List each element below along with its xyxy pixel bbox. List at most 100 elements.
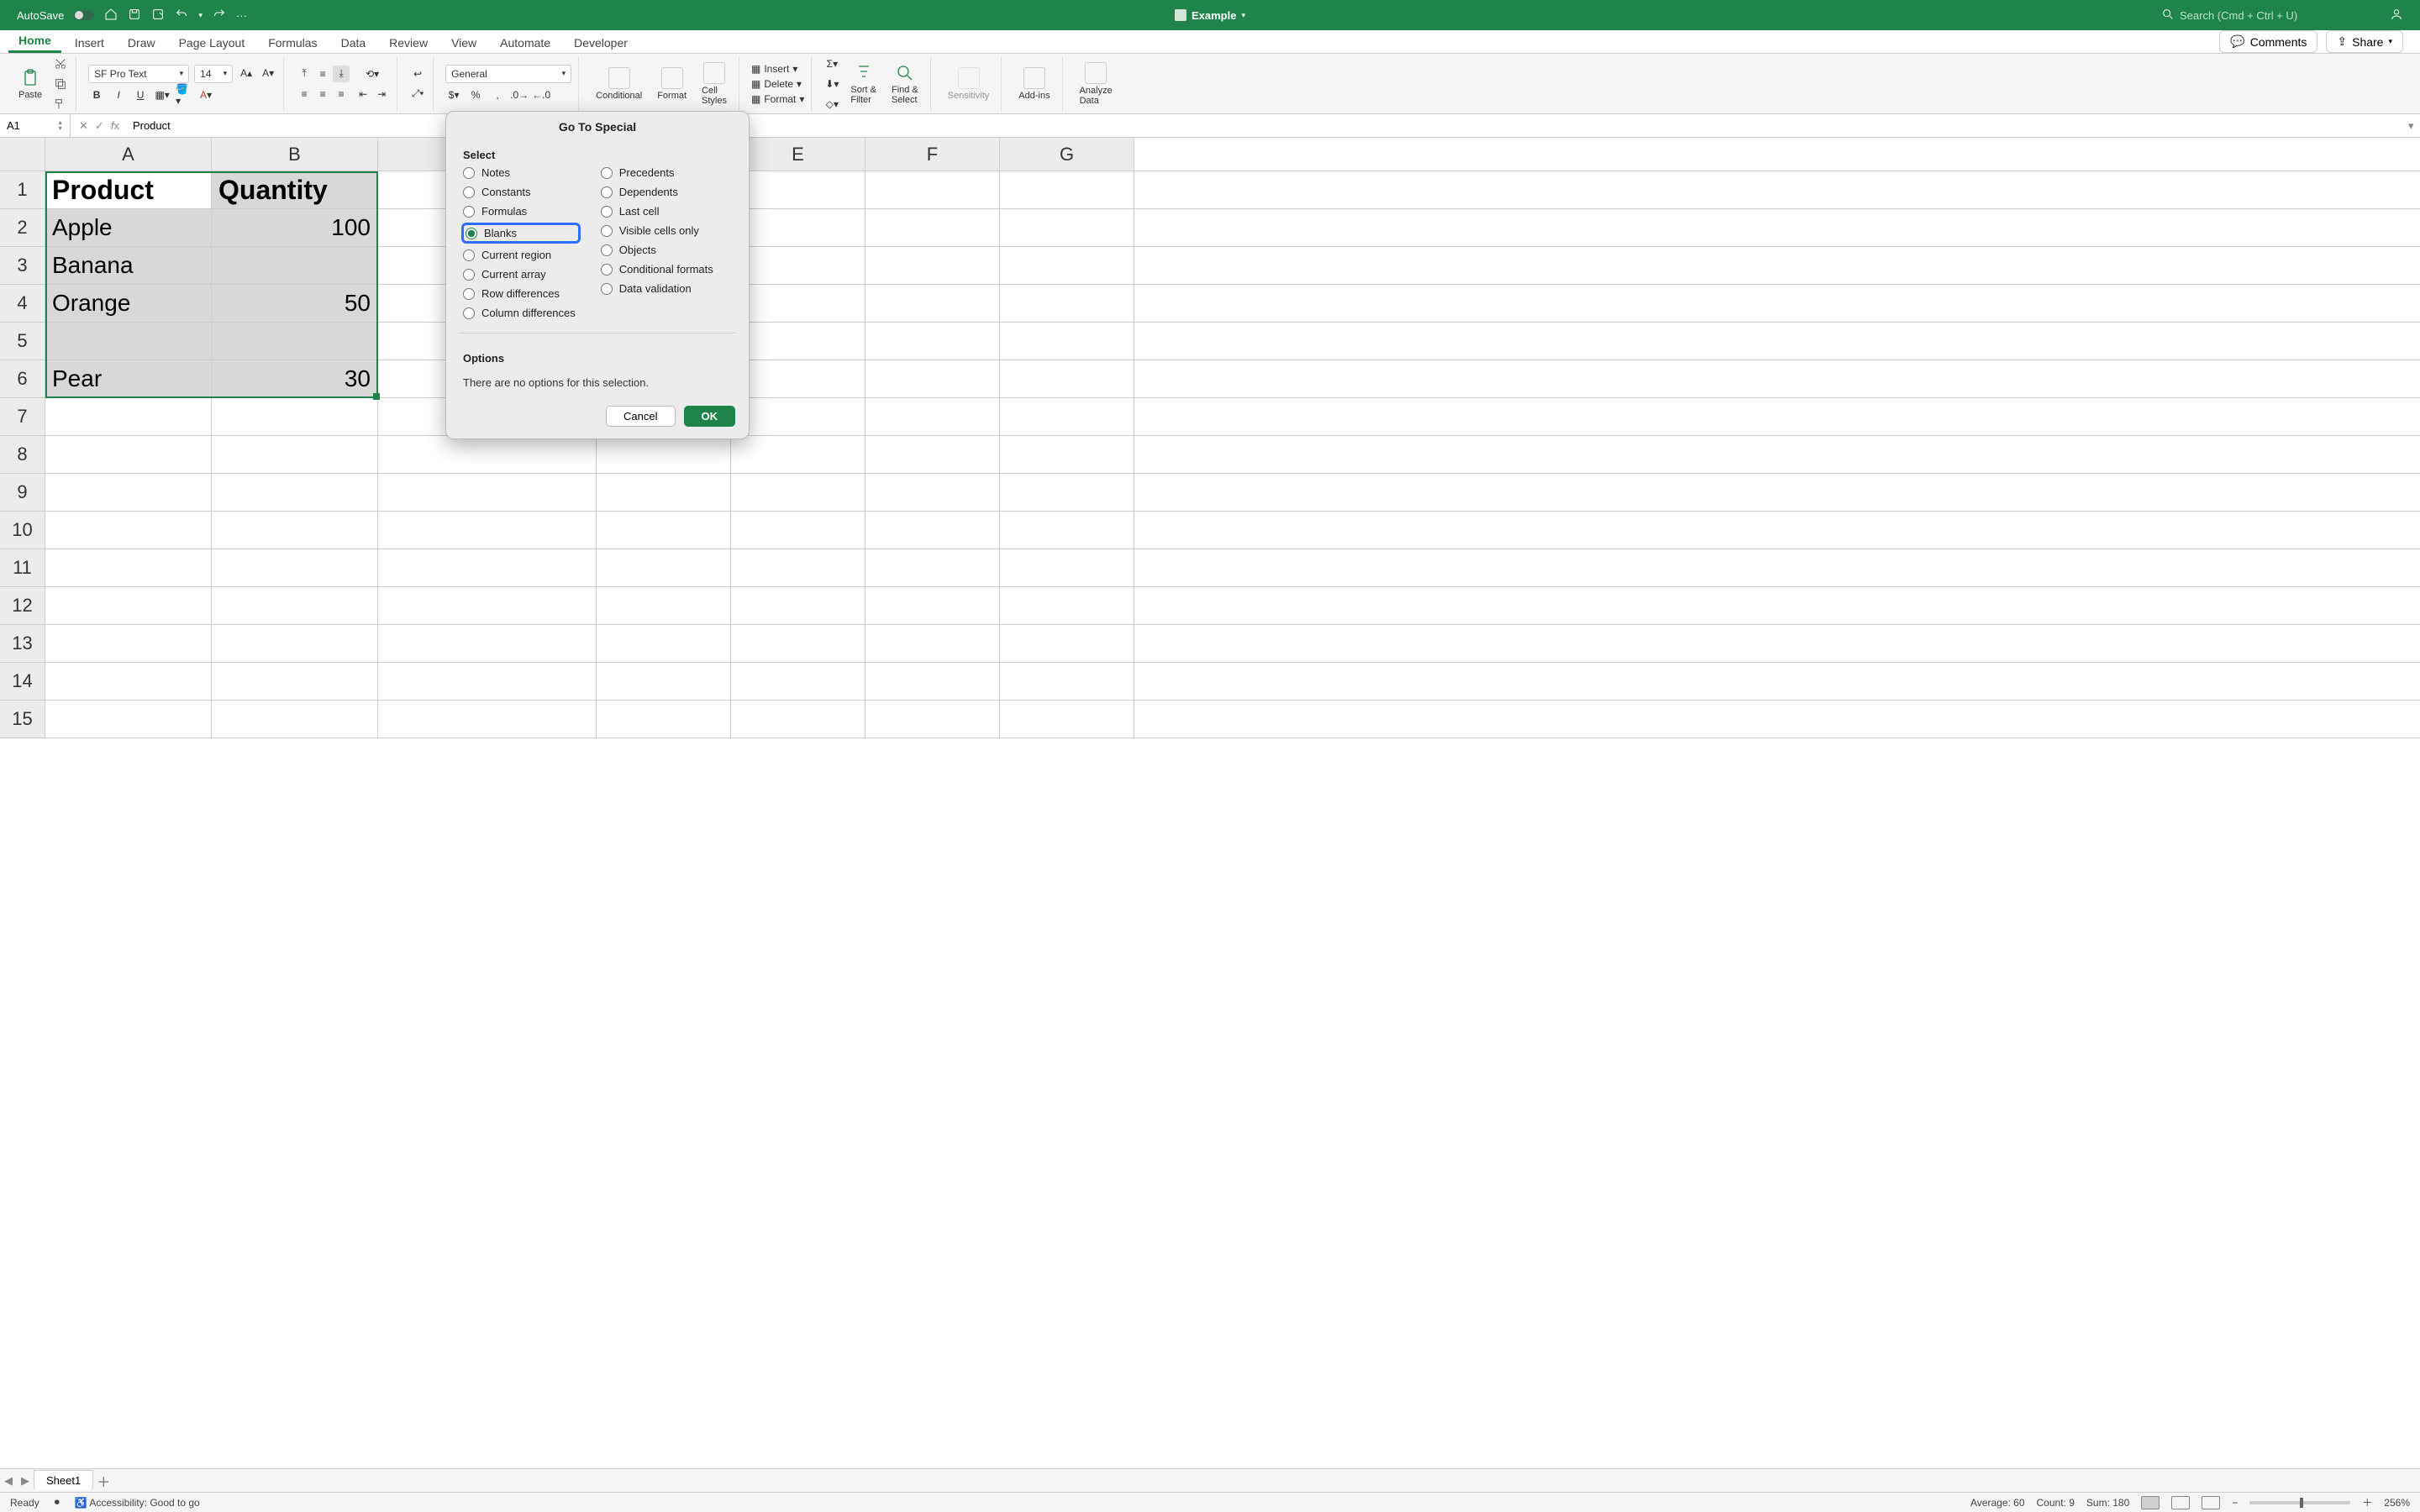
tab-developer[interactable]: Developer <box>564 33 638 53</box>
cell[interactable] <box>378 436 597 473</box>
cell[interactable] <box>865 171 1000 208</box>
orientation-icon[interactable]: ⟲▾ <box>364 66 381 82</box>
cell[interactable] <box>597 512 731 549</box>
radio-dependents[interactable]: Dependents <box>601 186 713 198</box>
cell[interactable] <box>378 474 597 511</box>
radio-constants[interactable]: Constants <box>463 186 576 198</box>
cell[interactable] <box>378 587 597 624</box>
cell[interactable] <box>731 323 865 360</box>
decrease-indent-icon[interactable]: ⇤ <box>355 86 371 102</box>
cell[interactable] <box>45 549 212 586</box>
row-header[interactable]: 7 <box>0 398 45 435</box>
sheet-tab-sheet1[interactable]: Sheet1 <box>34 1470 93 1490</box>
row-header[interactable]: 14 <box>0 663 45 700</box>
cell[interactable] <box>597 549 731 586</box>
cell[interactable]: Apple <box>45 209 212 246</box>
undo-dropdown-icon[interactable]: ▾ <box>198 11 203 20</box>
radio-last-cell[interactable]: Last cell <box>601 205 713 218</box>
search-box[interactable]: Search (Cmd + Ctrl + U) <box>2161 8 2380 24</box>
cell[interactable] <box>378 625 597 662</box>
cell[interactable] <box>45 701 212 738</box>
number-format-select[interactable]: General▾ <box>445 65 571 83</box>
row-header[interactable]: 11 <box>0 549 45 586</box>
cell[interactable] <box>865 209 1000 246</box>
cell[interactable] <box>212 549 378 586</box>
row-header[interactable]: 2 <box>0 209 45 246</box>
cell[interactable] <box>45 587 212 624</box>
cell[interactable]: 30 <box>212 360 378 397</box>
row-header[interactable]: 4 <box>0 285 45 322</box>
cell[interactable] <box>597 701 731 738</box>
tab-draw[interactable]: Draw <box>118 33 166 53</box>
fill-color-button[interactable]: 🪣▾ <box>176 87 192 103</box>
cell[interactable] <box>731 474 865 511</box>
cell[interactable] <box>1000 285 1134 322</box>
tab-automate[interactable]: Automate <box>490 33 560 53</box>
tab-review[interactable]: Review <box>379 33 438 53</box>
format-table-button[interactable]: Format <box>652 66 692 102</box>
cell[interactable] <box>212 625 378 662</box>
radio-data-validation[interactable]: Data validation <box>601 282 713 295</box>
cell[interactable] <box>212 247 378 284</box>
cell[interactable] <box>731 247 865 284</box>
cell[interactable] <box>378 549 597 586</box>
col-header-E[interactable]: E <box>731 138 865 171</box>
radio-precedents[interactable]: Precedents <box>601 166 713 179</box>
cell[interactable]: Product <box>45 171 212 208</box>
cell[interactable] <box>731 209 865 246</box>
font-size-select[interactable]: 14▾ <box>194 65 233 83</box>
cell-styles-button[interactable]: Cell Styles <box>697 60 732 108</box>
format-cells-button[interactable]: ▦ Format ▾ <box>751 93 804 105</box>
col-header-B[interactable]: B <box>212 138 378 171</box>
cell[interactable] <box>731 587 865 624</box>
row-header[interactable]: 12 <box>0 587 45 624</box>
expand-formula-bar-icon[interactable]: ▾ <box>2408 119 2420 133</box>
increase-decimal-icon[interactable]: .0→ <box>511 87 528 103</box>
decrease-font-icon[interactable]: A▾ <box>260 65 276 81</box>
cell[interactable] <box>865 323 1000 360</box>
more-icon[interactable]: ··· <box>236 9 247 22</box>
cell[interactable] <box>212 398 378 435</box>
bold-button[interactable]: B <box>88 87 105 103</box>
cell[interactable]: Banana <box>45 247 212 284</box>
underline-button[interactable]: U <box>132 87 149 103</box>
cell[interactable]: 100 <box>212 209 378 246</box>
cell[interactable] <box>45 398 212 435</box>
row-header[interactable]: 9 <box>0 474 45 511</box>
cell[interactable] <box>865 587 1000 624</box>
cell[interactable] <box>45 474 212 511</box>
analyze-data-button[interactable]: Analyze Data <box>1075 60 1118 108</box>
radio-notes[interactable]: Notes <box>463 166 576 179</box>
copy-icon[interactable] <box>52 76 69 92</box>
cell[interactable] <box>1000 512 1134 549</box>
cell[interactable] <box>1000 549 1134 586</box>
cell[interactable] <box>1000 360 1134 397</box>
zoom-in-icon[interactable]: ＋ <box>2362 1495 2372 1509</box>
align-left-icon[interactable]: ≡ <box>296 86 313 102</box>
tab-formulas[interactable]: Formulas <box>258 33 327 53</box>
cell[interactable] <box>212 587 378 624</box>
comments-button[interactable]: 💬 Comments <box>2219 30 2317 53</box>
user-icon[interactable] <box>2390 8 2403 24</box>
cell[interactable] <box>212 512 378 549</box>
row-header[interactable]: 10 <box>0 512 45 549</box>
cell[interactable] <box>45 625 212 662</box>
insert-cells-button[interactable]: ▦ Insert ▾ <box>751 63 797 75</box>
cell[interactable] <box>597 663 731 700</box>
align-middle-icon[interactable]: ≡ <box>314 66 331 82</box>
cell[interactable] <box>1000 474 1134 511</box>
enter-formula-icon[interactable]: ✓ <box>95 119 104 133</box>
cell[interactable] <box>378 663 597 700</box>
conditional-formatting-button[interactable]: Conditional <box>591 66 647 102</box>
align-right-icon[interactable]: ≡ <box>333 86 350 102</box>
decrease-decimal-icon[interactable]: ←.0 <box>533 87 550 103</box>
redo-icon[interactable] <box>213 8 226 24</box>
format-painter-icon[interactable] <box>52 96 69 113</box>
add-sheet-button[interactable]: ＋ <box>93 1471 113 1491</box>
align-center-icon[interactable]: ≡ <box>314 86 331 102</box>
record-macro-icon[interactable]: ⏺ <box>55 1496 60 1509</box>
find-select-button[interactable]: Find & Select <box>886 61 923 107</box>
align-top-icon[interactable]: ⤒ <box>296 66 313 82</box>
cell[interactable] <box>597 436 731 473</box>
cell[interactable] <box>212 474 378 511</box>
